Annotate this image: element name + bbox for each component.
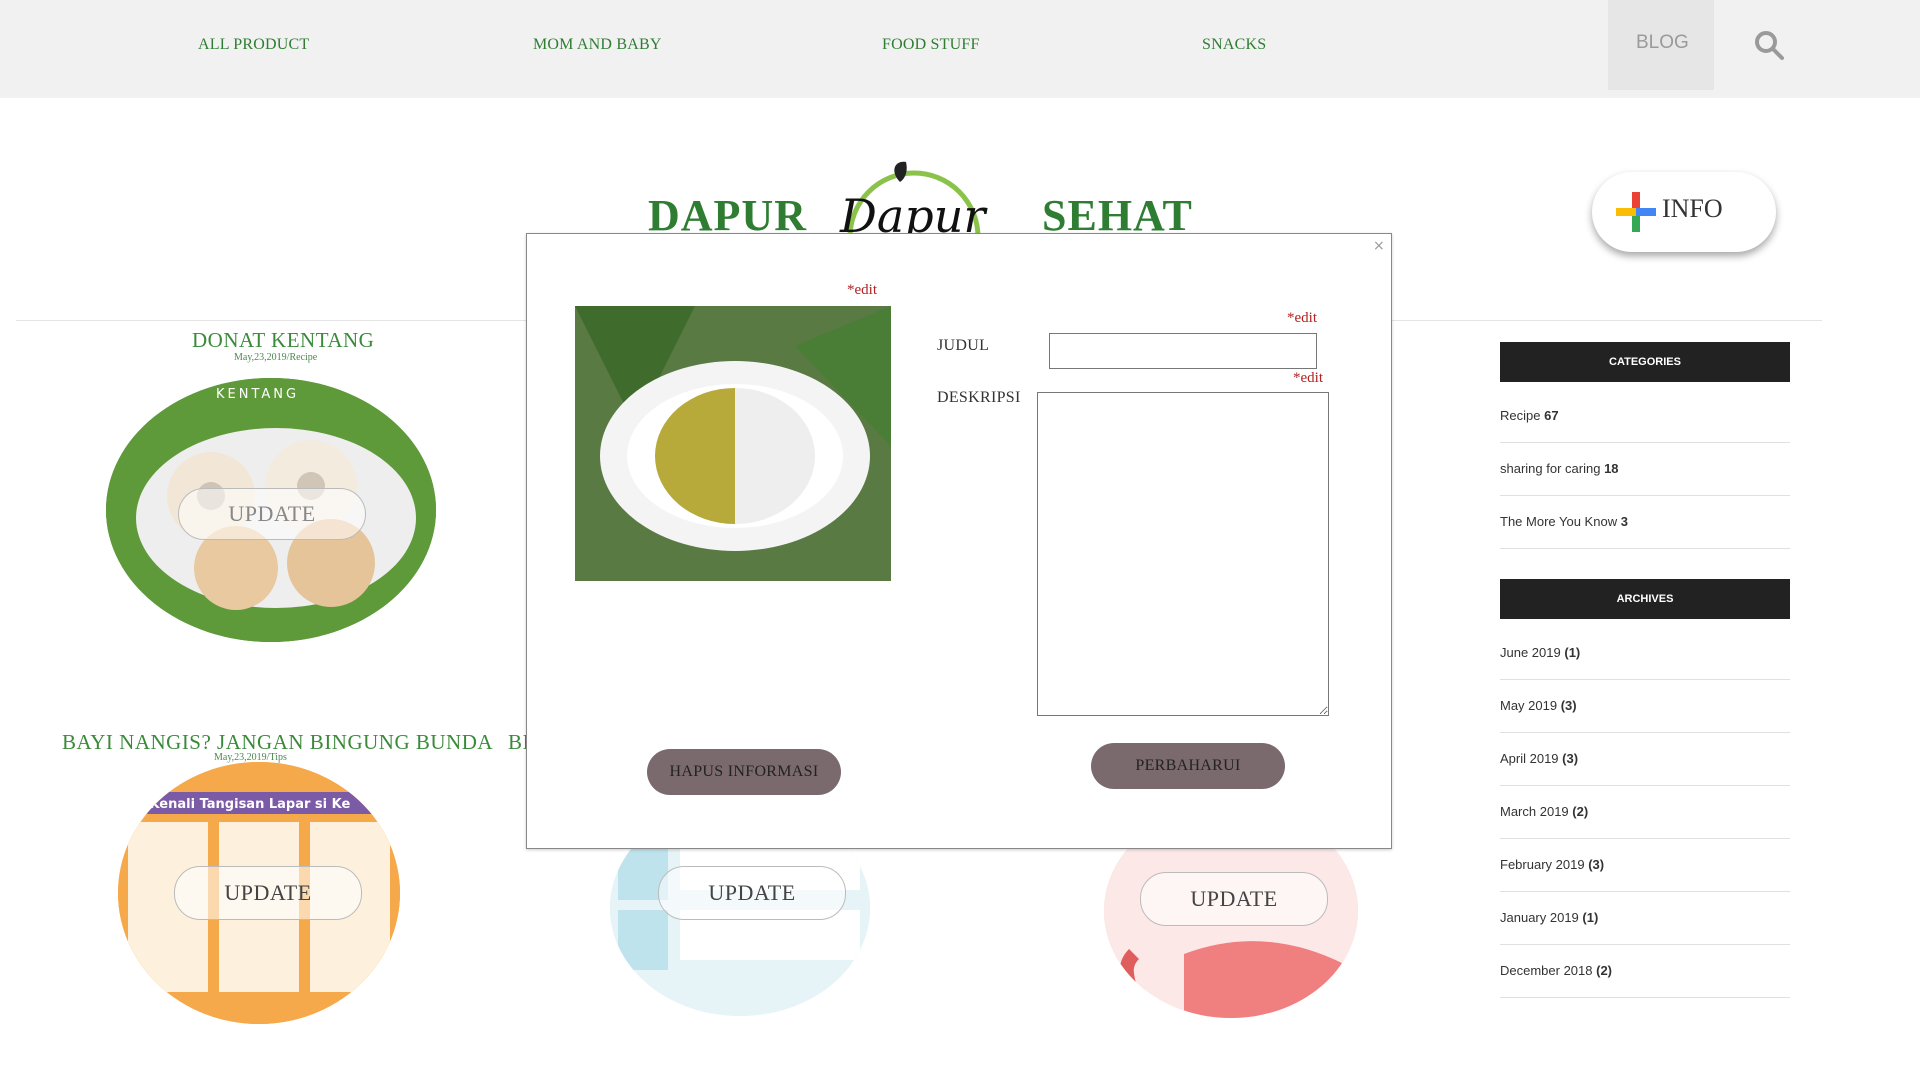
archive-count: (3) [1562, 751, 1579, 766]
post-title-donat-kentang[interactable]: DONAT KENTANG [192, 328, 374, 353]
update-info-button[interactable]: PERBAHARUI [1091, 743, 1285, 789]
post-meta: May,23,2019/Recipe [234, 352, 318, 363]
category-name: The More You Know [1500, 514, 1618, 529]
info-button-label: INFO [1662, 194, 1723, 223]
nav-food-stuff[interactable]: FOOD STUFF [882, 36, 980, 54]
archive-march-2019[interactable]: March 2019 (2) [1500, 786, 1790, 839]
plus-icon [1616, 192, 1656, 232]
archive-april-2019[interactable]: April 2019 (3) [1500, 733, 1790, 786]
porridge-image [575, 306, 891, 581]
category-recipe[interactable]: Recipe 67 [1500, 390, 1790, 443]
archive-name: March 2019 [1500, 804, 1569, 819]
judul-input[interactable] [1049, 333, 1317, 369]
sidebar: CATEGORIES Recipe 67 sharing for caring … [1500, 342, 1790, 998]
judul-label: JUDUL [937, 337, 990, 354]
top-nav: ALL PRODUCT MOM AND BABY FOOD STUFF SNAC… [0, 0, 1920, 98]
edit-description-link[interactable]: *edit [1293, 370, 1323, 387]
nav-blog[interactable]: BLOG [1608, 0, 1714, 90]
update-button[interactable]: UPDATE [178, 488, 366, 540]
category-count: 67 [1544, 408, 1559, 423]
archive-count: (1) [1582, 910, 1599, 925]
info-button[interactable]: INFO [1592, 172, 1776, 252]
category-name: sharing for caring [1500, 461, 1601, 476]
archive-february-2019[interactable]: February 2019 (3) [1500, 839, 1790, 892]
update-button[interactable]: UPDATE [174, 866, 362, 920]
archive-count: (3) [1560, 698, 1577, 713]
update-button[interactable]: UPDATE [1140, 872, 1328, 926]
archives-heading: ARCHIVES [1500, 579, 1790, 619]
archive-name: May 2019 [1500, 698, 1558, 713]
deskripsi-textarea[interactable] [1037, 392, 1329, 716]
archive-december-2018[interactable]: December 2018 (2) [1500, 945, 1790, 998]
nav-all-product[interactable]: ALL PRODUCT [198, 36, 309, 54]
edit-title-link[interactable]: *edit [1287, 310, 1317, 327]
thumb-overlay-text: , Kenali Tangisan Lapar si Ke [140, 797, 351, 812]
archive-june-2019[interactable]: June 2019 (1) [1500, 627, 1790, 680]
category-the-more-you-know[interactable]: The More You Know 3 [1500, 496, 1790, 549]
category-sharing-for-caring[interactable]: sharing for caring 18 [1500, 443, 1790, 496]
category-count: 3 [1620, 514, 1628, 529]
category-name: Recipe [1500, 408, 1541, 423]
archive-name: February 2019 [1500, 857, 1585, 872]
archive-january-2019[interactable]: January 2019 (1) [1500, 892, 1790, 945]
archive-name: June 2019 [1500, 645, 1561, 660]
edit-image-link[interactable]: *edit [847, 282, 877, 299]
category-count: 18 [1604, 461, 1619, 476]
edit-modal: × *edit *edit JUDUL *edit DESKRIPSI HAPU… [526, 233, 1392, 849]
archive-name: April 2019 [1500, 751, 1559, 766]
nav-snacks[interactable]: SNACKS [1202, 36, 1266, 54]
archive-name: December 2018 [1500, 963, 1593, 978]
archive-count: (1) [1564, 645, 1581, 660]
search-icon[interactable] [1752, 28, 1786, 62]
categories-heading: CATEGORIES [1500, 342, 1790, 382]
archive-name: January 2019 [1500, 910, 1579, 925]
close-icon[interactable]: × [1373, 238, 1385, 254]
thumb-overlay-text: KENTANG [216, 387, 299, 402]
post-image-preview [575, 306, 891, 581]
nav-mom-and-baby[interactable]: MOM AND BABY [533, 36, 662, 54]
archive-count: (2) [1572, 804, 1589, 819]
delete-info-button[interactable]: HAPUS INFORMASI [647, 749, 841, 795]
nav-blog-label: BLOG [1636, 32, 1689, 53]
deskripsi-label: DESKRIPSI [937, 389, 1021, 406]
archive-may-2019[interactable]: May 2019 (3) [1500, 680, 1790, 733]
update-button[interactable]: UPDATE [658, 866, 846, 920]
archive-count: (2) [1596, 963, 1613, 978]
archive-count: (3) [1588, 857, 1605, 872]
